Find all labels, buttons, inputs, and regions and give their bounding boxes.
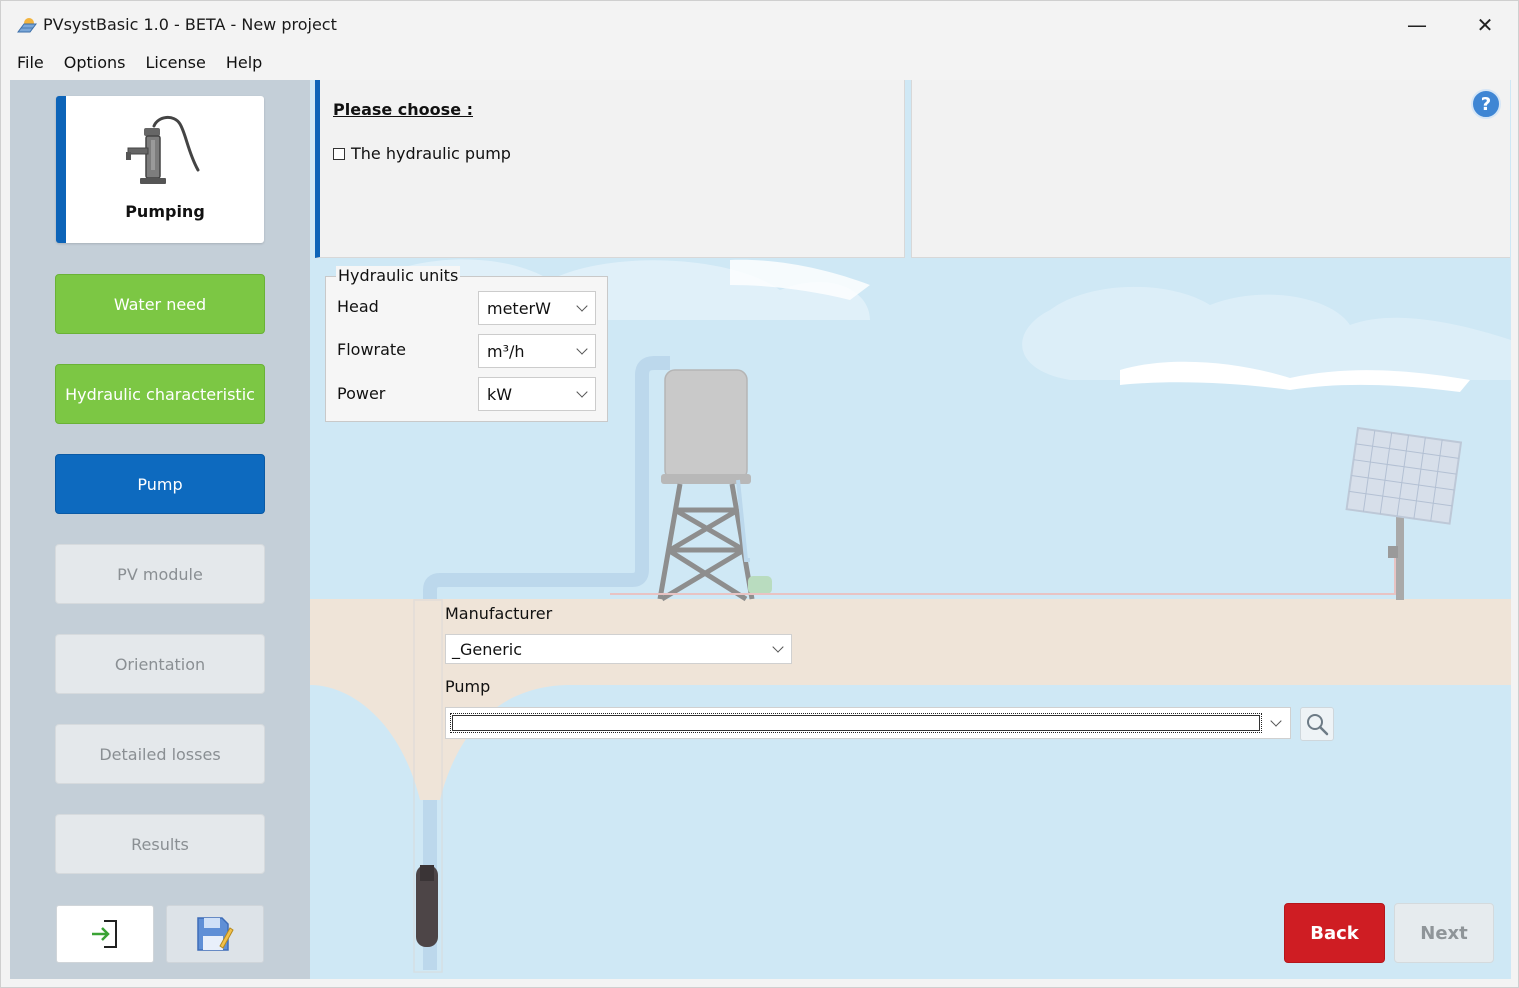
app-logo-icon xyxy=(17,18,37,33)
title-bar: PVsystBasic 1.0 - BETA - New project — ✕ xyxy=(1,1,1518,49)
save-disk-icon xyxy=(197,917,234,951)
head-unit-select[interactable]: meterW xyxy=(478,291,596,325)
pump-search-button[interactable] xyxy=(1300,707,1334,741)
hydraulic-units-group: Hydraulic units Head meterW Flowrate m³/… xyxy=(325,266,608,422)
close-button[interactable]: ✕ xyxy=(1457,7,1513,43)
flowrate-unit-select[interactable]: m³/h xyxy=(478,334,596,368)
next-button[interactable]: Next xyxy=(1394,903,1494,963)
back-button[interactable]: Back xyxy=(1284,903,1385,963)
active-mode-card[interactable]: Pumping xyxy=(56,96,264,243)
save-project-button[interactable] xyxy=(166,905,264,963)
head-label: Head xyxy=(337,297,379,316)
menu-license[interactable]: License xyxy=(136,49,216,79)
menu-bar: File Options License Help xyxy=(1,49,272,79)
manufacturer-value: _Generic xyxy=(452,640,523,659)
chevron-down-icon xyxy=(576,386,588,398)
step-water-need-button[interactable]: Water need xyxy=(55,274,265,334)
step-pump-button[interactable]: Pump xyxy=(55,454,265,514)
power-unit-value: kW xyxy=(487,385,513,404)
chevron-down-icon xyxy=(1270,715,1282,727)
help-icon[interactable]: ? xyxy=(1471,89,1501,119)
menu-options[interactable]: Options xyxy=(54,49,136,79)
chevron-down-icon xyxy=(772,641,784,653)
chevron-down-icon xyxy=(576,343,588,355)
help-panel: ? xyxy=(911,80,1510,258)
main-area: Please choose : The hydraulic pump ? Hyd… xyxy=(310,80,1511,979)
hand-pump-icon xyxy=(126,116,200,184)
pump-select[interactable] xyxy=(445,707,1291,739)
minimize-button[interactable]: — xyxy=(1389,7,1445,43)
login-arrow-icon xyxy=(92,920,117,948)
sidebar: Pumping Water need Hydraulic characteris… xyxy=(10,80,310,979)
active-mode-label: Pumping xyxy=(125,202,205,221)
instruction-item-label: The hydraulic pump xyxy=(351,144,511,163)
app-window: PVsystBasic 1.0 - BETA - New project — ✕… xyxy=(0,0,1519,988)
instruction-item: The hydraulic pump xyxy=(333,144,511,163)
power-label: Power xyxy=(337,384,386,403)
step-pv-module-button[interactable]: PV module xyxy=(55,544,265,604)
step-results-button[interactable]: Results xyxy=(55,814,265,874)
window-title: PVsystBasic 1.0 - BETA - New project xyxy=(43,15,337,34)
manufacturer-select[interactable]: _Generic xyxy=(445,634,792,664)
flowrate-unit-value: m³/h xyxy=(487,342,525,361)
flowrate-label: Flowrate xyxy=(337,340,407,359)
head-unit-value: meterW xyxy=(487,299,551,318)
pump-select-focus-ring xyxy=(450,713,1262,733)
hydraulic-units-legend: Hydraulic units xyxy=(336,266,461,285)
step-detailed-losses-button[interactable]: Detailed losses xyxy=(55,724,265,784)
instruction-title: Please choose : xyxy=(333,100,474,119)
step-hydraulic-characteristic-button[interactable]: Hydraulic characteristic xyxy=(55,364,265,424)
menu-help[interactable]: Help xyxy=(216,49,272,79)
step-orientation-button[interactable]: Orientation xyxy=(55,634,265,694)
checkbox-unchecked-icon xyxy=(333,147,345,160)
power-unit-select[interactable]: kW xyxy=(478,377,596,411)
open-project-button[interactable] xyxy=(56,905,154,963)
pump-label: Pump xyxy=(445,677,491,696)
instruction-panel: Please choose : The hydraulic pump xyxy=(315,80,905,258)
menu-file[interactable]: File xyxy=(1,49,54,79)
manufacturer-label: Manufacturer xyxy=(445,604,553,623)
search-icon xyxy=(1307,714,1329,736)
chevron-down-icon xyxy=(576,300,588,312)
